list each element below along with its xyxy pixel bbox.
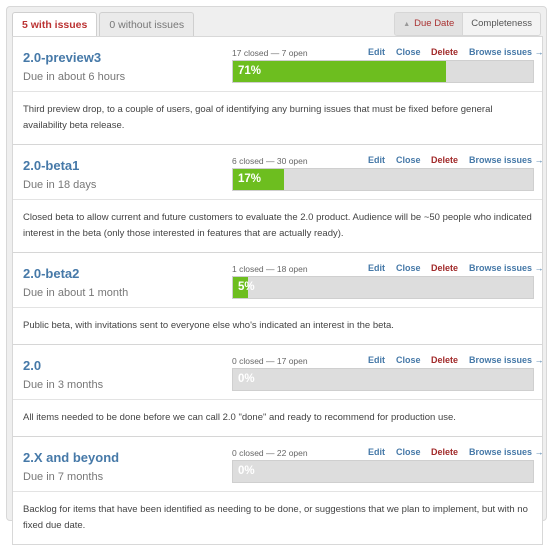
milestone-header: 2.0-beta2 Due in about 1 month 1 closed …	[13, 253, 544, 307]
browse-issues-link[interactable]: Browse issues →	[469, 447, 544, 457]
tab-without-issues[interactable]: 0 without issues	[99, 12, 195, 36]
milestone-header: 2.0-preview3 Due in about 6 hours 17 clo…	[13, 37, 544, 91]
filter-tabs: 5 with issues 0 without issues	[12, 12, 196, 37]
milestone-header: 2.0-beta1 Due in 18 days 6 closed — 30 o…	[13, 145, 544, 199]
edit-link[interactable]: Edit	[368, 263, 385, 273]
progress-bar: 5%	[232, 276, 534, 299]
close-link[interactable]: Close	[396, 263, 421, 273]
progress-bar: 0%	[232, 460, 534, 483]
progress-percent: 0%	[238, 465, 255, 477]
milestone-item: 2.0 Due in 3 months 0 closed — 17 open E…	[13, 344, 544, 436]
close-link[interactable]: Close	[396, 447, 421, 457]
edit-link[interactable]: Edit	[368, 155, 385, 165]
edit-link[interactable]: Edit	[368, 355, 385, 365]
milestones-panel: 5 with issues 0 without issues ▲ Due Date…	[6, 6, 547, 545]
browse-issues-link[interactable]: Browse issues →	[469, 47, 544, 57]
close-link[interactable]: Close	[396, 355, 421, 365]
sort-switcher: ▲ Due Date Completeness	[394, 12, 541, 36]
milestone-issue-counts: 0 closed — 22 open	[232, 448, 308, 458]
progress-bar: 17%	[232, 168, 534, 191]
progress-percent: 0%	[238, 373, 255, 385]
milestone-due-date: Due in about 1 month	[23, 287, 129, 299]
milestone-issue-counts: 1 closed — 18 open	[232, 264, 308, 274]
milestone-due-date: Due in about 6 hours	[23, 71, 126, 83]
sort-ascending-icon: ▲	[403, 21, 411, 28]
milestone-title-link[interactable]: 2.X and beyond	[23, 450, 119, 465]
progress-bar: 71%	[232, 60, 534, 83]
close-link[interactable]: Close	[396, 47, 421, 57]
milestone-title-link[interactable]: 2.0-beta2	[23, 266, 79, 281]
delete-link[interactable]: Delete	[431, 155, 458, 165]
delete-link[interactable]: Delete	[431, 355, 458, 365]
milestone-item: 2.0-beta1 Due in 18 days 6 closed — 30 o…	[13, 144, 544, 252]
milestone-header: 2.X and beyond Due in 7 months 0 closed …	[13, 437, 544, 491]
sort-completeness-button[interactable]: Completeness	[462, 13, 540, 35]
delete-link[interactable]: Delete	[431, 447, 458, 457]
delete-link[interactable]: Delete	[431, 263, 458, 273]
close-link[interactable]: Close	[396, 155, 421, 165]
milestone-issue-counts: 6 closed — 30 open	[232, 156, 308, 166]
tab-with-issues[interactable]: 5 with issues	[12, 12, 98, 37]
sort-due-date-label: Due Date	[414, 18, 455, 29]
milestone-item: 2.0-beta2 Due in about 1 month 1 closed …	[13, 252, 544, 344]
milestone-title-link[interactable]: 2.0-preview3	[23, 50, 101, 65]
milestone-issue-counts: 0 closed — 17 open	[232, 356, 308, 366]
milestone-due-date: Due in 7 months	[23, 471, 104, 483]
progress-percent: 17%	[238, 173, 262, 185]
milestone-header: 2.0 Due in 3 months 0 closed — 17 open E…	[13, 345, 544, 399]
milestone-item: 2.0-preview3 Due in about 6 hours 17 clo…	[13, 37, 544, 144]
progress-bar: 0%	[232, 368, 534, 391]
milestone-title-link[interactable]: 2.0-beta1	[23, 158, 79, 173]
edit-link[interactable]: Edit	[368, 447, 385, 457]
milestone-description: All items needed to be done before we ca…	[13, 399, 542, 436]
milestone-description: Closed beta to allow current and future …	[13, 199, 542, 252]
sort-due-date-button[interactable]: ▲ Due Date	[395, 13, 463, 35]
edit-link[interactable]: Edit	[368, 47, 385, 57]
browse-issues-link[interactable]: Browse issues →	[469, 263, 544, 273]
milestone-due-date: Due in 3 months	[23, 379, 104, 391]
milestone-item: 2.X and beyond Due in 7 months 0 closed …	[13, 436, 544, 544]
progress-percent: 71%	[238, 65, 262, 77]
progress-percent: 5%	[238, 281, 255, 293]
milestone-list: 2.0-preview3 Due in about 6 hours 17 clo…	[12, 36, 544, 545]
progress-bar-fill	[233, 61, 446, 82]
milestone-title-link[interactable]: 2.0	[23, 358, 41, 373]
milestone-description: Backlog for items that have been identif…	[13, 491, 542, 544]
milestone-description: Public beta, with invitations sent to ev…	[13, 307, 542, 344]
milestone-description: Third preview drop, to a couple of users…	[13, 91, 542, 144]
milestone-due-date: Due in 18 days	[23, 179, 97, 191]
milestone-issue-counts: 17 closed — 7 open	[232, 48, 308, 58]
browse-issues-link[interactable]: Browse issues →	[469, 355, 544, 365]
browse-issues-link[interactable]: Browse issues →	[469, 155, 544, 165]
delete-link[interactable]: Delete	[431, 47, 458, 57]
